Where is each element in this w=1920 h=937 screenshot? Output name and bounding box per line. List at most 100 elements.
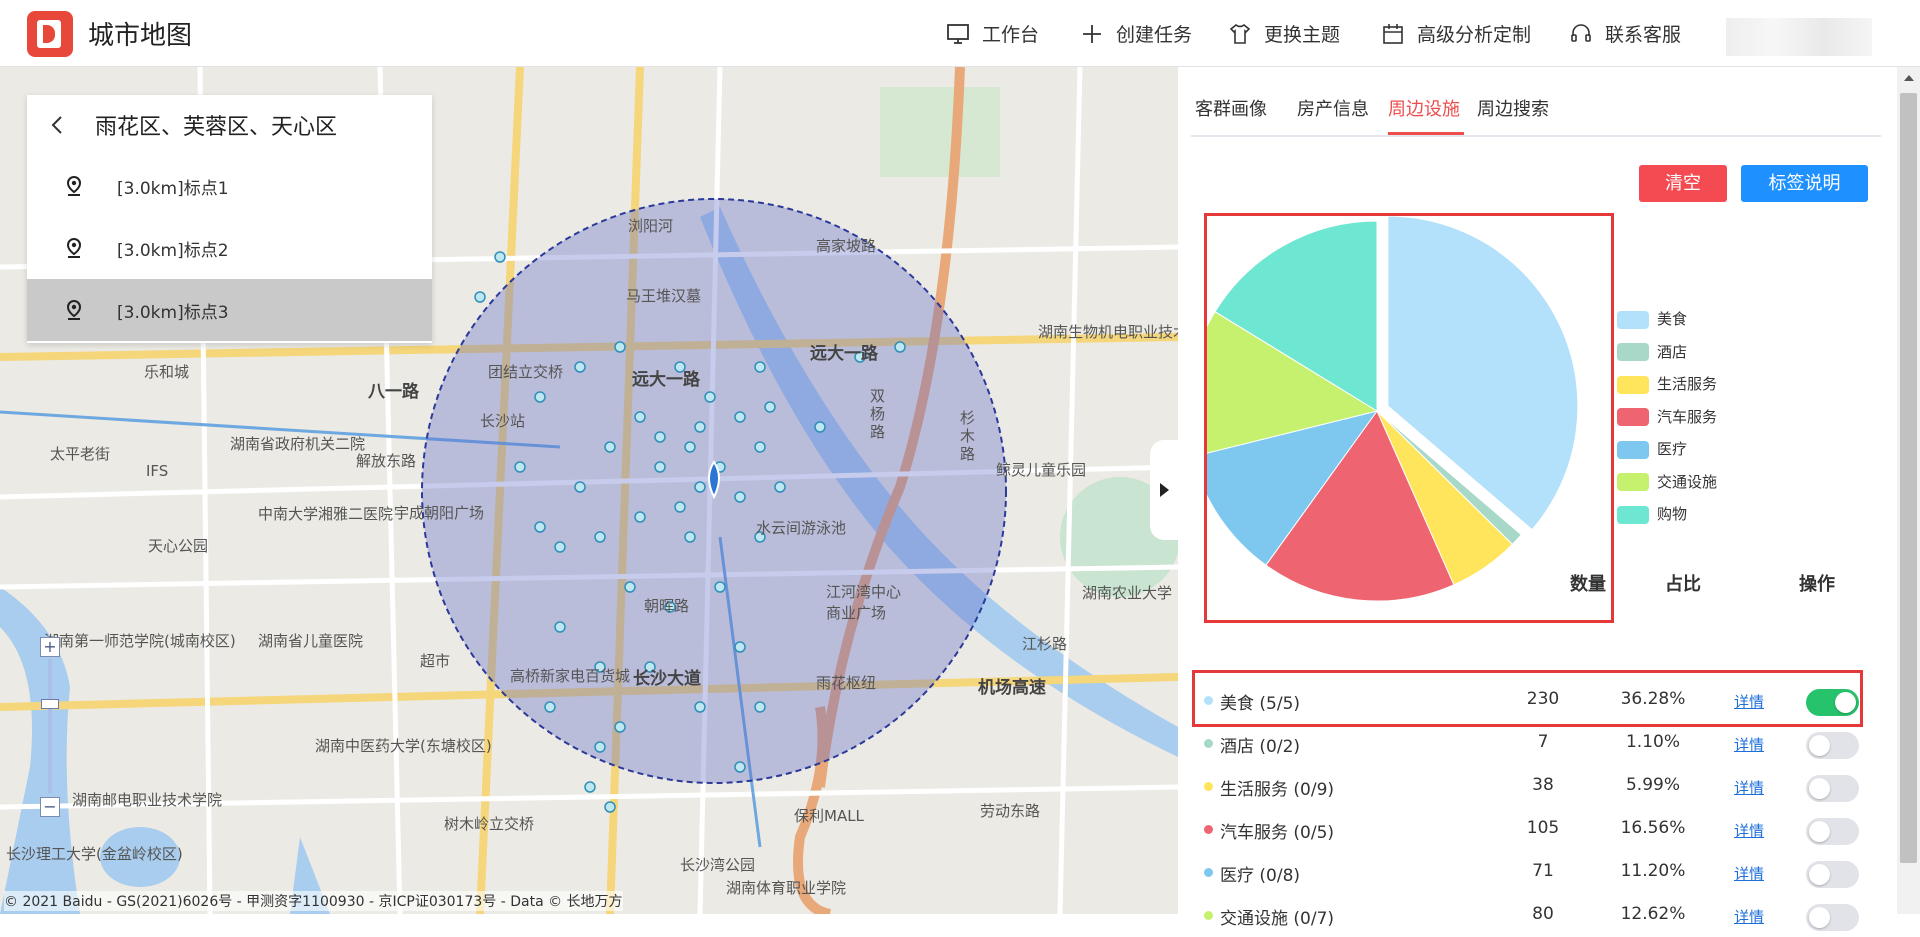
tab-nearby-facilities[interactable]: 周边设施 xyxy=(1388,95,1460,121)
legend-label: 购物 xyxy=(1657,505,1688,523)
category-toggle[interactable] xyxy=(1806,818,1859,845)
nav-label: 创建任务 xyxy=(1116,24,1193,46)
nav-label: 联系客服 xyxy=(1605,24,1682,46)
map-label: 湖南省儿童医院 xyxy=(258,632,364,650)
nav-advanced-analysis[interactable]: 高级分析定制 xyxy=(1381,20,1531,47)
detail-link[interactable]: 详情 xyxy=(1734,820,1764,841)
category-name: 汽车服务 (0/5) xyxy=(1220,823,1335,843)
zoom-in-button[interactable]: + xyxy=(40,637,60,657)
legend-item[interactable]: 酒店 xyxy=(1617,341,1687,362)
tab-property-info[interactable]: 房产信息 xyxy=(1297,95,1369,121)
category-ratio: 12.62% xyxy=(1620,904,1686,924)
detail-link[interactable]: 详情 xyxy=(1734,777,1764,798)
zoom-out-button[interactable]: − xyxy=(40,797,60,817)
category-color-dot xyxy=(1204,782,1213,791)
category-toggle[interactable] xyxy=(1806,732,1859,759)
map-label: 机场高速 xyxy=(978,678,1046,698)
poi-panel-title: 雨花区、芙蓉区、天心区 xyxy=(95,115,338,140)
user-avatar[interactable] xyxy=(1726,18,1872,56)
active-tab-indicator xyxy=(1388,132,1464,135)
category-name: 生活服务 (0/9) xyxy=(1220,780,1335,800)
facility-row: 医疗 (0/8) 71 11.20% 详情 xyxy=(1195,851,1860,894)
app-logo[interactable] xyxy=(27,11,73,57)
map-label: 双杨路 xyxy=(870,387,886,441)
map-label: 长沙湾公园 xyxy=(680,856,756,874)
nav-create-task[interactable]: 创建任务 xyxy=(1080,20,1192,47)
location-pin-icon xyxy=(63,299,85,321)
map-label: 高桥新家电百货城 xyxy=(510,667,631,685)
toggle-knob xyxy=(1809,864,1830,885)
map-label: 湖南省政府机关二院 xyxy=(230,435,366,453)
zoom-track[interactable] xyxy=(48,659,52,793)
map-label: 杉木路 xyxy=(960,409,976,463)
map-label: 湖南生物机电职业技术学院(马坡岭校区) xyxy=(1038,323,1178,341)
map-copyright: © 2021 Baidu - GS(2021)6026号 - 甲测资字11009… xyxy=(4,891,623,911)
poi-panel-header: 雨花区、芙蓉区、天心区 xyxy=(27,95,432,155)
nav-customer-service[interactable]: 联系客服 xyxy=(1569,20,1681,47)
clear-button[interactable]: 清空 xyxy=(1639,165,1727,202)
zoom-handle[interactable] xyxy=(41,699,59,709)
tab-customer-profile[interactable]: 客群画像 xyxy=(1195,95,1267,121)
category-toggle[interactable] xyxy=(1806,861,1859,888)
tab-nearby-search[interactable]: 周边搜索 xyxy=(1477,95,1549,121)
legend-item[interactable]: 购物 xyxy=(1617,503,1687,524)
scroll-up-icon[interactable] xyxy=(1904,75,1914,81)
category-count: 71 xyxy=(1532,861,1554,881)
scroll-thumb[interactable] xyxy=(1900,93,1917,863)
detail-link[interactable]: 详情 xyxy=(1734,734,1764,755)
map-label: 湖南邮电职业技术学院 xyxy=(72,791,223,809)
back-icon[interactable] xyxy=(45,112,71,138)
legend-label: 交通设施 xyxy=(1657,472,1718,491)
legend-item[interactable]: 汽车服务 xyxy=(1617,406,1717,427)
collapse-panel-button[interactable] xyxy=(1150,440,1178,540)
detail-link[interactable]: 详情 xyxy=(1734,863,1764,884)
legend-swatch xyxy=(1617,440,1649,459)
top-header: 城市地图 工作台 创建任务 更换主题 高级分析定制 联系客服 xyxy=(0,0,1920,67)
poi-item[interactable]: [3.0km]标点1 xyxy=(27,155,432,217)
toggle-knob xyxy=(1809,735,1830,756)
category-name: 交通设施 (0/7) xyxy=(1220,909,1335,929)
category-name: 医疗 (0/8) xyxy=(1220,866,1301,886)
poi-item-label: [3.0km]标点2 xyxy=(117,240,229,261)
map-label: 浏阳河 xyxy=(628,217,674,235)
legend-swatch xyxy=(1617,375,1649,394)
map-label: 江河湾中心商业广场 xyxy=(826,583,902,622)
poi-item-selected[interactable]: [3.0km]标点3 xyxy=(27,279,432,341)
category-count: 7 xyxy=(1537,732,1549,752)
legend-info-button[interactable]: 标签说明 xyxy=(1741,165,1868,202)
category-ratio: 16.56% xyxy=(1620,818,1686,838)
map-label: 朝晖路 xyxy=(644,597,690,615)
legend-item[interactable]: 医疗 xyxy=(1617,438,1687,459)
map-label: 长沙理工大学(金盆岭校区) xyxy=(6,845,183,863)
map-label: 鲸灵儿童乐园 xyxy=(996,461,1087,479)
toggle-knob xyxy=(1809,821,1830,842)
pie-chart xyxy=(1186,215,1579,602)
legend-item[interactable]: 生活服务 xyxy=(1617,373,1717,394)
map-label: 水云间游泳池 xyxy=(756,519,847,537)
legend-item[interactable]: 美食 xyxy=(1617,308,1687,329)
category-toggle[interactable] xyxy=(1806,904,1859,931)
vertical-scrollbar[interactable] xyxy=(1897,67,1920,914)
legend-label: 酒店 xyxy=(1657,342,1688,361)
monitor-icon xyxy=(946,22,970,46)
map-label: 远大一路 xyxy=(632,370,700,390)
headset-icon xyxy=(1569,22,1593,46)
map-label: 超市 xyxy=(420,652,451,670)
category-ratio: 11.20% xyxy=(1620,861,1686,881)
legend-item[interactable]: 交通设施 xyxy=(1617,471,1717,492)
detail-link[interactable]: 详情 xyxy=(1734,906,1764,927)
facility-row: 交通设施 (0/7) 80 12.62% 详情 xyxy=(1195,894,1860,937)
facility-row: 生活服务 (0/9) 38 5.99% 详情 xyxy=(1195,765,1860,808)
poi-panel: 雨花区、芙蓉区、天心区 [3.0km]标点1 [3.0km]标点2 [3.0km… xyxy=(27,95,432,343)
location-pin-icon xyxy=(63,175,85,197)
shirt-icon xyxy=(1228,22,1252,46)
nav-workbench[interactable]: 工作台 xyxy=(946,20,1039,47)
poi-item[interactable]: [3.0km]标点2 xyxy=(27,217,432,279)
category-toggle[interactable] xyxy=(1806,775,1859,802)
nav-change-theme[interactable]: 更换主题 xyxy=(1228,20,1340,47)
nav-label: 高级分析定制 xyxy=(1417,24,1532,46)
map-label: 远大一路 xyxy=(810,344,878,364)
zoom-control[interactable]: + − xyxy=(40,637,60,817)
column-header-ratio: 占比 xyxy=(1665,574,1701,595)
toggle-knob xyxy=(1809,907,1830,928)
